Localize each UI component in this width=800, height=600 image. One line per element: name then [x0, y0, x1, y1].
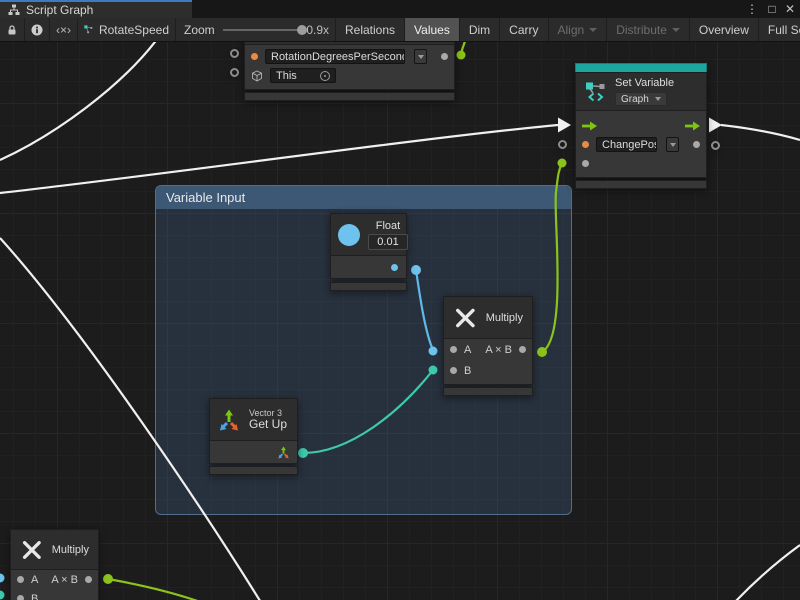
input-port-a[interactable]	[17, 576, 24, 583]
tab-script-graph[interactable]: Script Graph	[0, 0, 192, 18]
wire-flow-out-setvariable[interactable]	[721, 125, 800, 140]
wire-endpoint-dot	[0, 574, 5, 583]
input-port-b[interactable]	[17, 595, 24, 600]
wire-endpoint-dot	[0, 591, 5, 600]
variable-scope-dropdown[interactable]: Graph	[615, 92, 667, 106]
zoom-label: Zoom	[184, 23, 215, 37]
multiply-x-icon	[453, 305, 478, 331]
chevron-down-icon	[589, 28, 597, 32]
value-output-port[interactable]	[693, 141, 700, 148]
chevron-down-icon	[672, 28, 680, 32]
wire-multiply2-output[interactable]	[108, 579, 206, 600]
vector3-output-port[interactable]	[277, 446, 290, 459]
node-color-bar	[575, 63, 707, 72]
overview-button[interactable]: Overview	[690, 18, 759, 41]
tab-title: Script Graph	[26, 3, 93, 17]
script-graph-asset-icon	[84, 23, 93, 36]
input-port-a[interactable]	[450, 346, 457, 353]
output-port-unconnected[interactable]	[711, 141, 720, 150]
chevron-down-icon	[418, 55, 424, 59]
chevron-down-icon	[670, 143, 676, 147]
zoom-control: Zoom 0.9x	[176, 18, 336, 41]
input-port-unconnected[interactable]	[230, 49, 239, 58]
node-title: Float	[368, 220, 408, 232]
flow-in-port[interactable]	[582, 121, 597, 131]
object-picker-icon[interactable]	[320, 71, 330, 81]
distribute-dropdown[interactable]: Distribute	[607, 18, 690, 41]
wire-flow-bottomright[interactable]	[735, 545, 800, 600]
group-header[interactable]: Variable Input	[156, 186, 571, 209]
graph-canvas[interactable]: Variable Input	[0, 42, 800, 600]
script-graph-window: Script Graph ⋮ □ ✕ ‹×›	[0, 0, 800, 600]
kebab-menu-icon[interactable]: ⋮	[744, 1, 760, 17]
value-input-port[interactable]	[582, 160, 589, 167]
node-title: Set Variable	[615, 77, 674, 89]
carry-button[interactable]: Carry	[500, 18, 548, 41]
node-get-variable[interactable]: RotationDegreesPerSecond This	[244, 42, 455, 101]
maximize-icon[interactable]: □	[764, 1, 780, 17]
wire-endpoint-dot	[103, 574, 113, 584]
vector3-axes-icon	[217, 408, 241, 432]
graph-hierarchy-icon	[8, 4, 20, 16]
node-float-literal[interactable]: Float 0.01	[330, 213, 407, 291]
target-object-field[interactable]: This	[270, 68, 336, 83]
node-title: Multiply	[52, 544, 89, 556]
graph-breadcrumb[interactable]: RotateSpeed	[78, 18, 176, 41]
close-icon[interactable]: ✕	[782, 1, 798, 17]
flow-arrowhead-in	[558, 118, 571, 133]
zoom-value: 0.9x	[306, 23, 329, 37]
dim-button[interactable]: Dim	[460, 18, 500, 41]
wire-getvariable-output[interactable]	[461, 42, 467, 55]
flow-out-port[interactable]	[685, 121, 700, 131]
zoom-slider-handle[interactable]	[297, 25, 307, 35]
value-output-port[interactable]	[391, 264, 398, 271]
relations-button[interactable]: Relations	[336, 18, 405, 41]
node-vector3-get-up[interactable]: Vector 3 Get Up	[209, 398, 298, 475]
group-title: Variable Input	[166, 190, 245, 205]
float-icon	[338, 224, 360, 246]
node-multiply[interactable]: Multiply A A × B B	[443, 296, 533, 396]
title-bar: Script Graph ⋮ □ ✕	[0, 0, 800, 18]
variable-name-port[interactable]	[582, 141, 589, 148]
node-multiply[interactable]: Multiply A A × B B	[10, 529, 99, 600]
code-preview-button[interactable]: ‹×›	[50, 18, 78, 41]
value-output-port[interactable]	[441, 53, 448, 60]
multiply-x-icon	[20, 537, 44, 563]
output-port[interactable]	[519, 346, 526, 353]
dropdown-button[interactable]	[666, 137, 679, 152]
input-port-unconnected[interactable]	[230, 68, 239, 77]
zoom-slider[interactable]	[223, 29, 299, 31]
dropdown-button[interactable]	[414, 49, 427, 64]
variable-name-dropdown[interactable]: RotationDegreesPerSecond	[265, 49, 405, 64]
set-variable-icon	[585, 81, 607, 103]
variable-name-dropdown[interactable]: ChangePos	[596, 137, 657, 152]
wire-flow-into-setvariable[interactable]	[0, 125, 558, 193]
inspect-button[interactable]	[25, 18, 50, 41]
fullscreen-button[interactable]: Full Screen	[759, 18, 800, 41]
wire-endpoint-dot	[457, 51, 466, 60]
wire-flow-topleft[interactable]	[0, 42, 158, 160]
node-set-variable[interactable]: Set Variable Graph	[575, 63, 707, 189]
info-icon	[31, 24, 43, 36]
float-value-input[interactable]: 0.01	[368, 234, 408, 250]
lock-button[interactable]	[0, 18, 25, 41]
node-title: Multiply	[486, 312, 523, 324]
wire-endpoint-dot	[558, 159, 567, 168]
toolbar: ‹×› RotateSpeed Zoom 0.9x Relations Valu…	[0, 18, 800, 42]
lock-icon	[6, 24, 18, 36]
chevron-down-icon	[655, 97, 661, 101]
values-button[interactable]: Values	[405, 18, 460, 41]
align-dropdown[interactable]: Align	[549, 18, 608, 41]
variable-name-port[interactable]	[251, 53, 258, 60]
input-port-b[interactable]	[450, 367, 457, 374]
graph-name-label: RotateSpeed	[99, 23, 169, 37]
code-icon: ‹×›	[56, 23, 71, 37]
output-port[interactable]	[85, 576, 92, 583]
flow-arrowhead-out	[709, 118, 722, 133]
input-port-unconnected[interactable]	[558, 140, 567, 149]
node-title: Get Up	[249, 418, 287, 431]
gameobject-cube-icon	[251, 70, 263, 82]
